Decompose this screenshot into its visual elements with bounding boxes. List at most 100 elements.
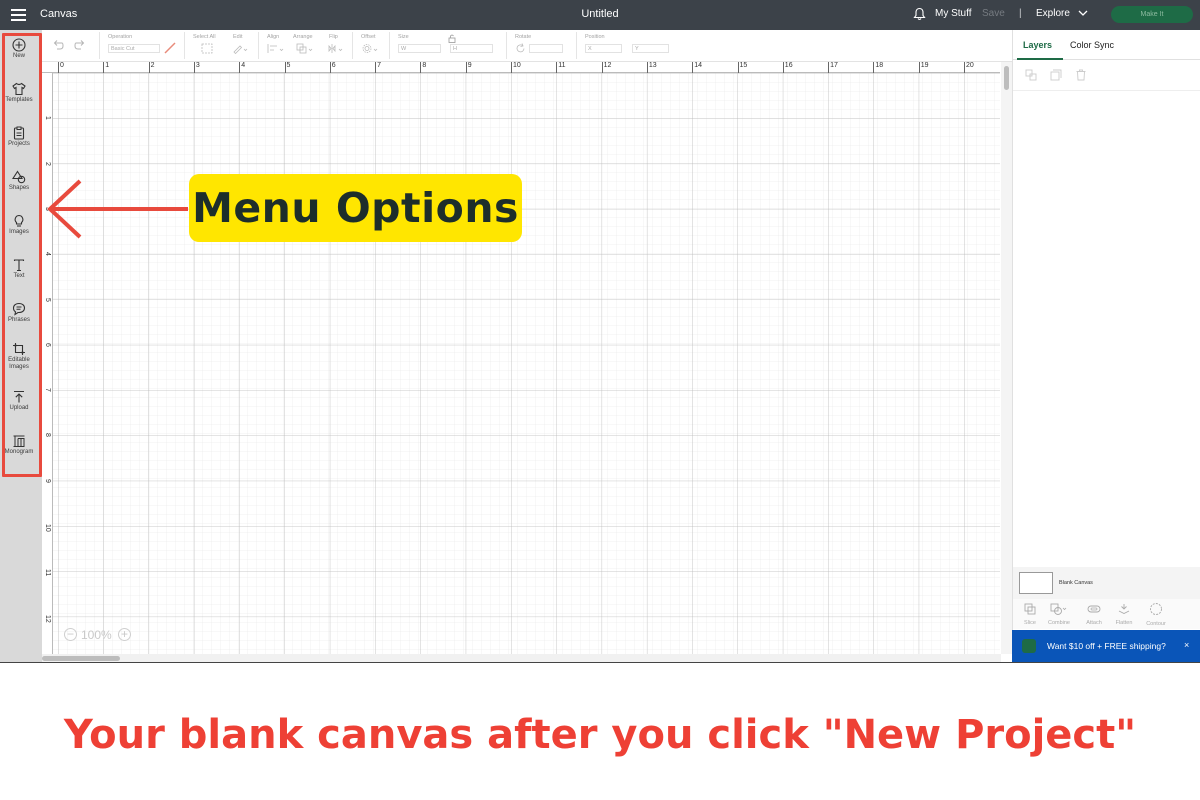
ruler-label: 6 [44, 342, 51, 347]
design-canvas[interactable] [42, 62, 1000, 654]
ruler-label: 5 [44, 297, 51, 302]
save-button[interactable]: Save [982, 8, 1005, 19]
edit-icon[interactable] [232, 43, 248, 54]
chevron-down-icon[interactable] [1078, 9, 1088, 17]
zoom-out-button[interactable]: − [64, 628, 77, 641]
screenshot-border [0, 662, 1200, 663]
tab-layers[interactable]: Layers [1023, 40, 1052, 50]
ruler-label: 0 [60, 62, 64, 69]
select-all-icon[interactable] [201, 43, 213, 54]
screenshot-root: Canvas Untitled My Stuff Save | Explore … [0, 0, 1200, 800]
toolbar-divider [352, 32, 353, 59]
tab-color-sync[interactable]: Color Sync [1070, 40, 1114, 50]
ruler-tick [284, 62, 286, 73]
trash-icon[interactable] [1075, 69, 1087, 81]
position-x-input[interactable]: X [585, 44, 622, 53]
scrollbar-thumb[interactable] [42, 656, 120, 661]
ruler-label: 7 [44, 388, 51, 392]
menu-highlight-box [2, 33, 42, 477]
toolbar-divider [184, 32, 185, 59]
ruler-tick [737, 62, 739, 73]
toolbar-divider [389, 32, 390, 59]
ungroup-icon[interactable] [1025, 69, 1037, 81]
ruler-tick [103, 62, 105, 73]
slice-button[interactable]: Slice [1017, 602, 1043, 626]
rotate-input[interactable] [529, 44, 563, 53]
layer-thumbnail [1019, 572, 1053, 594]
caption: Your blank canvas after you click "New P… [63, 712, 1137, 758]
ruler-label: 4 [241, 62, 246, 69]
rotate-label: Rotate [515, 34, 532, 40]
flatten-button[interactable]: Flatten [1111, 602, 1137, 626]
ruler-tick [465, 62, 467, 73]
promo-text[interactable]: Want $10 off + FREE shipping? [1047, 641, 1166, 651]
ruler-label: 8 [44, 433, 51, 438]
arrange-icon[interactable] [296, 43, 314, 54]
shopping-bag-icon [1022, 639, 1036, 653]
toolbar-divider [576, 32, 577, 59]
operation-label: Operation [108, 34, 133, 40]
flatten-icon [1118, 604, 1130, 615]
ruler-tick [556, 62, 558, 73]
ruler-tick [873, 62, 875, 73]
ruler-label: 10 [44, 524, 51, 532]
ruler-label: 10 [513, 62, 521, 69]
ruler-label: 1 [105, 62, 110, 69]
attach-button[interactable]: Attach [1081, 602, 1107, 626]
ruler-label: 1 [44, 116, 51, 121]
ruler-label: 11 [558, 62, 566, 69]
pen-color-icon[interactable] [164, 42, 176, 54]
edit-label: Edit [233, 34, 243, 40]
ruler-label: 4 [44, 252, 51, 257]
layer-actions: Slice Combine Attach Flatten Contour [1013, 599, 1200, 629]
scrollbar-thumb[interactable] [1004, 66, 1009, 90]
ruler-tick [646, 62, 648, 73]
redo-icon[interactable] [74, 40, 86, 50]
ruler-tick [375, 62, 377, 73]
ruler-tick [148, 62, 150, 73]
lock-icon[interactable] [448, 34, 456, 43]
ruler-label: 17 [830, 62, 838, 69]
height-input[interactable]: H [450, 44, 493, 53]
flip-icon[interactable] [327, 43, 345, 54]
position-y-input[interactable]: Y [632, 44, 669, 53]
ruler-label: 13 [648, 62, 657, 69]
arrange-label: Arrange [293, 34, 313, 40]
ruler-tick [601, 62, 603, 73]
offset-icon[interactable] [362, 43, 380, 54]
my-stuff-link[interactable]: My Stuff [935, 8, 972, 19]
callout-text: Menu Options [192, 184, 519, 232]
operation-select[interactable]: Basic Cut [108, 44, 160, 53]
combine-button[interactable]: Combine [1046, 602, 1072, 626]
action-label: Combine [1047, 620, 1070, 626]
make-it-button[interactable]: Make It [1111, 6, 1193, 23]
explore-menu[interactable]: Explore [1036, 8, 1070, 19]
bell-icon[interactable] [913, 7, 926, 21]
zoom-in-button[interactable]: + [118, 628, 131, 641]
layer-tools [1013, 61, 1200, 91]
ruler-tick [918, 62, 920, 73]
layer-row-blank-canvas[interactable]: Blank Canvas [1013, 567, 1200, 599]
layer-name: Blank Canvas [1059, 580, 1093, 586]
toolbar-divider [258, 32, 259, 59]
align-icon[interactable] [267, 43, 285, 54]
rotate-icon[interactable] [515, 43, 526, 54]
offset-label: Offset [361, 34, 376, 40]
contour-button[interactable]: Contour [1143, 602, 1169, 627]
ruler-tick [964, 62, 965, 73]
combine-icon [1050, 603, 1067, 615]
close-icon[interactable]: × [1184, 640, 1189, 650]
width-input[interactable]: W [398, 44, 441, 53]
right-panel: Layers Color Sync Blank Canvas Slice Com… [1012, 30, 1200, 663]
ruler-label: 5 [286, 62, 291, 69]
ruler-label: 8 [422, 62, 427, 69]
vertical-scrollbar[interactable] [1001, 62, 1012, 654]
undo-icon[interactable] [52, 40, 64, 50]
ruler-tick [692, 62, 694, 73]
top-bar: Canvas Untitled My Stuff Save | Explore … [0, 0, 1200, 30]
contour-icon [1150, 603, 1162, 615]
ruler-label: 7 [377, 62, 381, 69]
duplicate-icon[interactable] [1050, 69, 1062, 81]
promo-banner[interactable]: Want $10 off + FREE shipping? × [1012, 630, 1200, 662]
panel-tabs: Layers Color Sync [1013, 30, 1200, 60]
